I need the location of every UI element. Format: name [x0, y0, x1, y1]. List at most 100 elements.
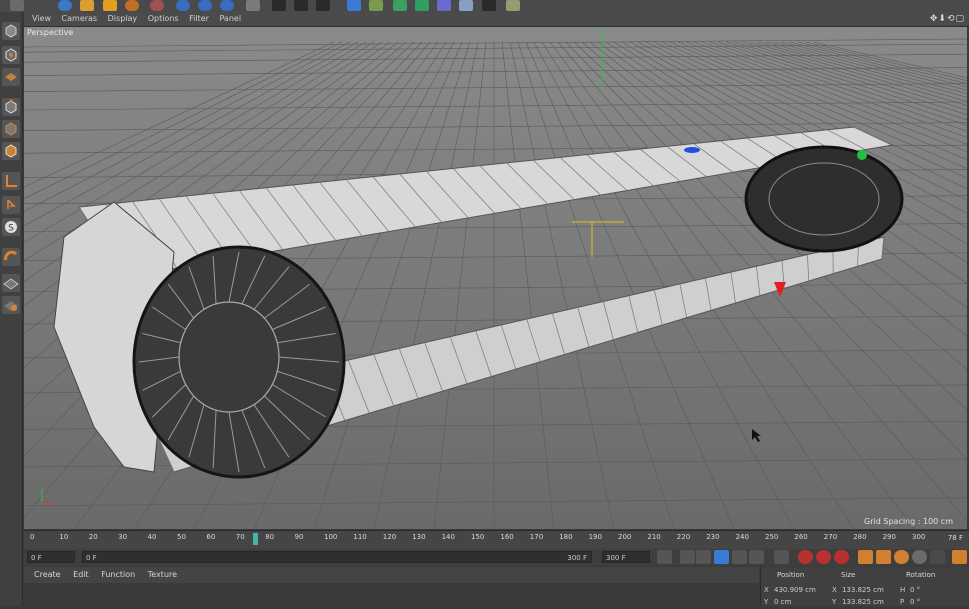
timeline-tick-label: 260	[794, 533, 807, 541]
render-settings-icon[interactable]	[316, 0, 330, 11]
timeline-tick-label: 140	[442, 533, 455, 541]
go-to-end-icon[interactable]	[774, 550, 789, 564]
timeline-tick-label: 220	[677, 533, 690, 541]
rotation-key-icon[interactable]	[894, 550, 909, 564]
next-key-icon[interactable]	[749, 550, 764, 564]
timeline-tick-label: 200	[618, 533, 631, 541]
axis-z-handle	[684, 147, 700, 153]
render-view-icon[interactable]	[272, 0, 286, 11]
workplane-icon[interactable]	[2, 248, 20, 266]
animation-toolbar: 0 F 0 F 300 F 300 F	[24, 549, 969, 566]
keyframe-selection-icon[interactable]	[834, 550, 849, 564]
timeline-tick-label: 120	[383, 533, 396, 541]
preview-range-slider[interactable]: 0 F 300 F	[82, 551, 592, 563]
viewport-camera-label[interactable]: Perspective	[27, 28, 73, 37]
edges-mode-icon[interactable]	[2, 120, 20, 138]
axis-mode-icon[interactable]	[2, 172, 20, 190]
scheme-settings-icon[interactable]	[952, 550, 967, 564]
rot-p-value[interactable]: 0 °	[910, 598, 920, 606]
menu-display[interactable]: Display	[108, 12, 138, 26]
rotation-header: Rotation	[906, 571, 935, 579]
render-picture-viewer-icon[interactable]	[294, 0, 308, 11]
z-axis-lock-icon[interactable]	[220, 0, 234, 11]
scale-key-icon[interactable]	[876, 550, 891, 564]
viewport-scene	[24, 27, 967, 529]
timeline-tick-label: 110	[353, 533, 366, 541]
size-header: Size	[841, 571, 855, 579]
timeline-tick-label: 180	[559, 533, 572, 541]
timeline-ruler[interactable]: 0102030405060708090100110120130140150160…	[24, 530, 969, 549]
point-level-animation-icon[interactable]	[930, 550, 945, 564]
material-manager-area[interactable]	[24, 583, 759, 606]
parameter-key-icon[interactable]	[912, 550, 927, 564]
model-mode-icon[interactable]	[2, 46, 20, 64]
size-y-value[interactable]: 133.825 cm	[842, 598, 884, 606]
position-key-icon[interactable]	[858, 550, 873, 564]
timeline-tick-label: 130	[412, 533, 425, 541]
pos-y-value[interactable]: 0 cm	[774, 598, 791, 606]
menu-edit[interactable]: Edit	[73, 567, 89, 583]
menu-options[interactable]: Options	[148, 12, 179, 26]
timeline-tick-label: 160	[500, 533, 513, 541]
move-icon[interactable]	[80, 0, 94, 11]
grid-plane-icon[interactable]	[2, 274, 20, 292]
tweak-mode-icon[interactable]	[2, 196, 20, 214]
timeline-tick-label: 30	[118, 533, 127, 541]
subdivision-surface-icon[interactable]	[393, 0, 407, 11]
timeline-tick-label: 60	[206, 533, 215, 541]
timeline-tick-label: 80	[265, 533, 274, 541]
rot-p-label: P	[900, 598, 904, 606]
timeline-playhead[interactable]	[253, 533, 258, 545]
next-frame-icon[interactable]	[732, 550, 747, 564]
previous-frame-icon[interactable]	[696, 550, 711, 564]
pause-icon[interactable]	[714, 550, 729, 564]
timeline-tick-label: 290	[883, 533, 896, 541]
rot-h-label: H	[900, 586, 905, 594]
menu-filter[interactable]: Filter	[189, 12, 209, 26]
record-active-objects-icon[interactable]	[798, 550, 813, 564]
undo-icon[interactable]	[10, 0, 24, 11]
points-mode-icon[interactable]	[2, 98, 20, 116]
cube-object-icon[interactable]	[347, 0, 361, 11]
menu-cameras[interactable]: Cameras	[62, 12, 98, 26]
polygons-mode-icon[interactable]	[2, 142, 20, 160]
make-editable-icon[interactable]	[2, 22, 20, 40]
menu-texture[interactable]: Texture	[148, 567, 177, 583]
coordinate-system-icon[interactable]	[246, 0, 260, 11]
scale-icon[interactable]	[103, 0, 117, 11]
main-toolbar	[0, 0, 969, 12]
camera-icon[interactable]	[482, 0, 496, 11]
coord-row-y: Y 0 cm Y 133.825 cm P 0 °	[764, 598, 969, 609]
previous-key-icon[interactable]	[680, 550, 695, 564]
y-axis-lock-icon[interactable]	[198, 0, 212, 11]
menu-view[interactable]: View	[32, 12, 51, 26]
size-x-value[interactable]: 133.825 cm	[842, 586, 884, 594]
pos-x-value[interactable]: 430.909 cm	[774, 586, 816, 594]
autokeying-icon[interactable]	[816, 550, 831, 564]
perspective-viewport[interactable]: Perspective Grid Spacing : 100 cm	[24, 27, 967, 529]
timeline-tick-label: 0	[30, 533, 34, 541]
texture-mode-icon[interactable]	[2, 68, 20, 86]
live-selection-icon[interactable]	[58, 0, 72, 11]
spline-pen-icon[interactable]	[369, 0, 383, 11]
viewport-navigation-icons[interactable]: ✥⬇⟲▢	[930, 12, 965, 26]
menu-function[interactable]: Function	[101, 567, 135, 583]
menu-panel[interactable]: Panel	[219, 12, 241, 26]
x-axis-lock-icon[interactable]	[176, 0, 190, 11]
end-frame-field[interactable]: 300 F	[602, 551, 650, 563]
array-icon[interactable]	[415, 0, 429, 11]
light-icon[interactable]	[506, 0, 520, 11]
menu-create[interactable]: Create	[34, 567, 61, 583]
floor-icon[interactable]	[459, 0, 473, 11]
go-to-start-icon[interactable]	[657, 550, 672, 564]
recent-tool-icon[interactable]	[150, 0, 164, 11]
rotate-icon[interactable]	[125, 0, 139, 11]
deformer-icon[interactable]	[437, 0, 451, 11]
snap-icon[interactable]: S	[2, 218, 20, 236]
start-frame-field[interactable]: 0 F	[27, 551, 75, 563]
locked-workplane-icon[interactable]	[2, 296, 20, 314]
size-y-label: Y	[832, 598, 836, 606]
viewport-menu-bar: View Cameras Display Options Filter Pane…	[24, 12, 969, 27]
back-wheel	[746, 147, 902, 251]
rot-h-value[interactable]: 0 °	[910, 586, 920, 594]
